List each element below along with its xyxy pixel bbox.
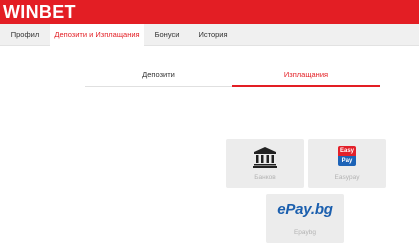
- nav-item-history[interactable]: История: [190, 24, 236, 46]
- epay-logo: ePay.bg: [277, 201, 333, 218]
- bank-label: Банков: [254, 174, 276, 181]
- payment-subtabs: Депозити Изплащания: [85, 67, 380, 87]
- nav-item-bonuses[interactable]: Бонуси: [144, 24, 190, 46]
- easypay-icon: Easy Pay: [338, 146, 356, 166]
- nav-item-deposits-withdrawals[interactable]: Депозити и Изплащания: [50, 24, 144, 46]
- payment-method-easypay[interactable]: Easy Pay Easypay: [308, 139, 386, 188]
- payment-method-bank[interactable]: Банков: [226, 139, 304, 188]
- bank-icon: [253, 147, 277, 168]
- winbet-logo[interactable]: WINBET: [3, 1, 76, 23]
- tab-deposits[interactable]: Депозити: [85, 67, 232, 87]
- nav-item-profile[interactable]: Профил: [0, 24, 50, 46]
- easypay-label: Easypay: [334, 174, 360, 181]
- tab-withdrawals[interactable]: Изплащания: [232, 67, 380, 87]
- payment-method-epaybg[interactable]: ePay.bg Epaybg: [266, 194, 344, 243]
- epaybg-label: Epaybg: [293, 229, 317, 236]
- top-header: WINBET: [0, 0, 419, 24]
- account-nav: Профил Депозити и Изплащания Бонуси Исто…: [0, 24, 419, 46]
